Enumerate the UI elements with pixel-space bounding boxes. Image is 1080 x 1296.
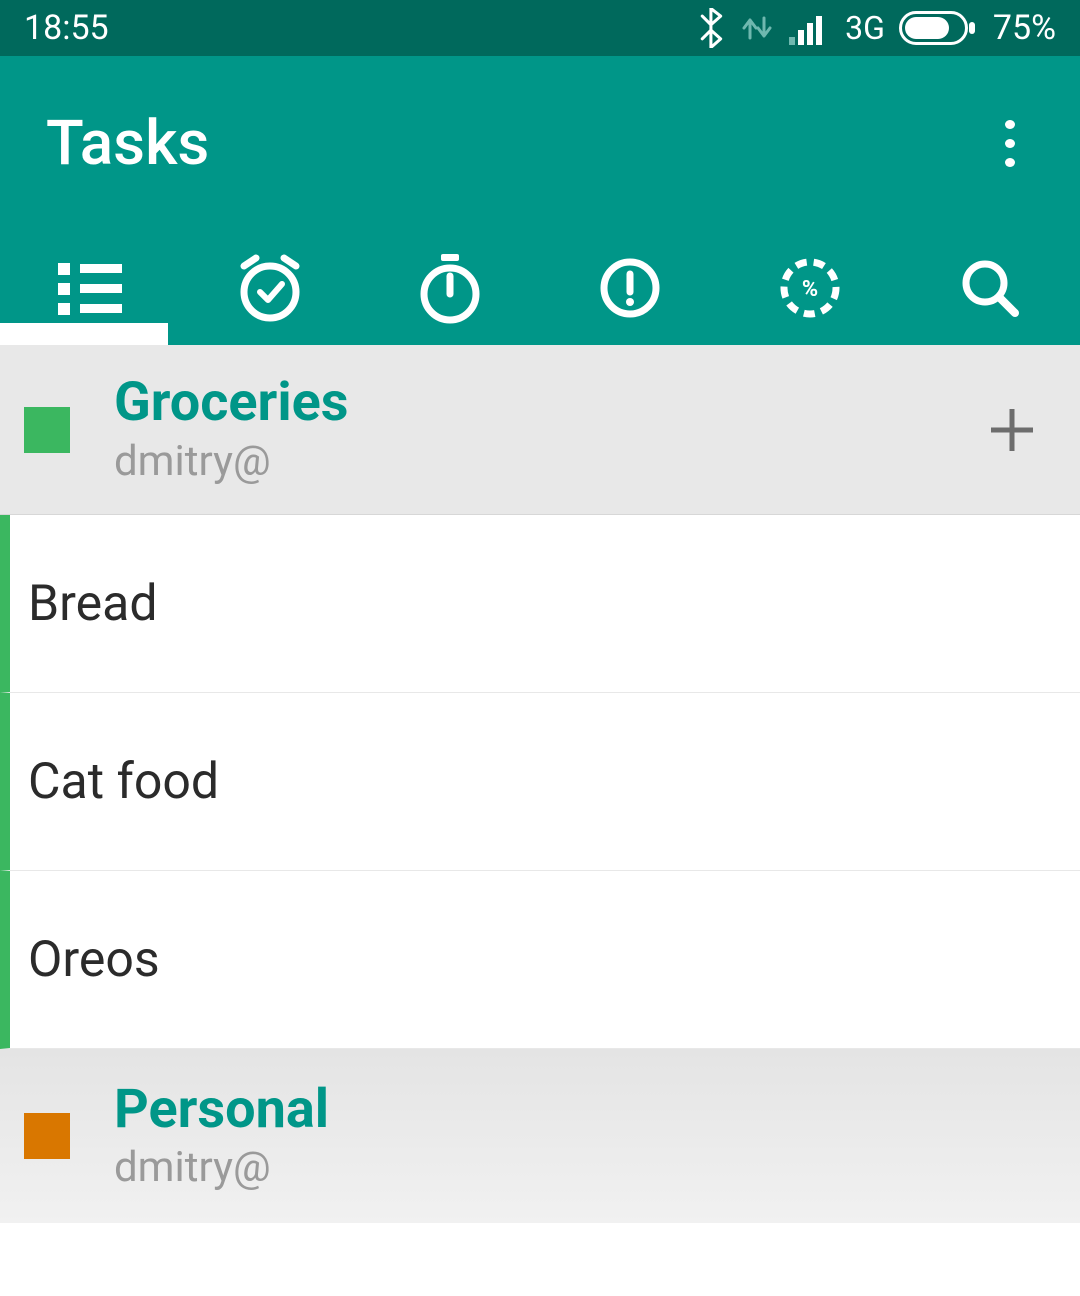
list-color-chip [24,407,70,453]
bluetooth-icon [699,8,725,48]
list-header-groceries[interactable]: Groceries dmitry@ [0,345,1080,515]
signal-icon [789,11,829,45]
list-title: Groceries [114,373,349,432]
tab-indicator [0,323,168,345]
app-bar: Tasks [0,56,1080,345]
task-row[interactable]: Oreos [0,871,1080,1049]
status-bar: 18:55 3G 75% [0,0,1080,56]
add-task-button[interactable] [980,398,1044,462]
tab-priority[interactable] [540,231,720,345]
tab-timer[interactable] [360,231,540,345]
overflow-menu-button[interactable] [986,120,1034,168]
list-header-personal[interactable]: Personal dmitry@ [0,1049,1080,1223]
network-label: 3G [845,9,885,47]
list-title: Personal [114,1080,329,1139]
status-time: 18:55 [24,8,109,48]
battery-percentage: 75% [993,8,1056,48]
task-row[interactable]: Bread [0,515,1080,693]
tab-bar: % [0,231,1080,345]
tab-alarm[interactable] [180,231,360,345]
battery-icon [899,11,977,45]
page-title: Tasks [46,107,209,180]
task-title: Cat food [28,753,219,811]
list-account: dmitry@ [114,437,349,486]
status-right: 3G 75% [699,8,1056,48]
svg-text:%: % [802,277,818,302]
list-account: dmitry@ [114,1143,329,1192]
list-color-chip [24,1113,70,1159]
tab-progress[interactable]: % [720,231,900,345]
data-arrows-icon [739,10,775,46]
tab-search[interactable] [900,231,1080,345]
task-row[interactable]: Cat food [0,693,1080,871]
task-title: Oreos [28,931,160,989]
task-title: Bread [28,575,158,633]
